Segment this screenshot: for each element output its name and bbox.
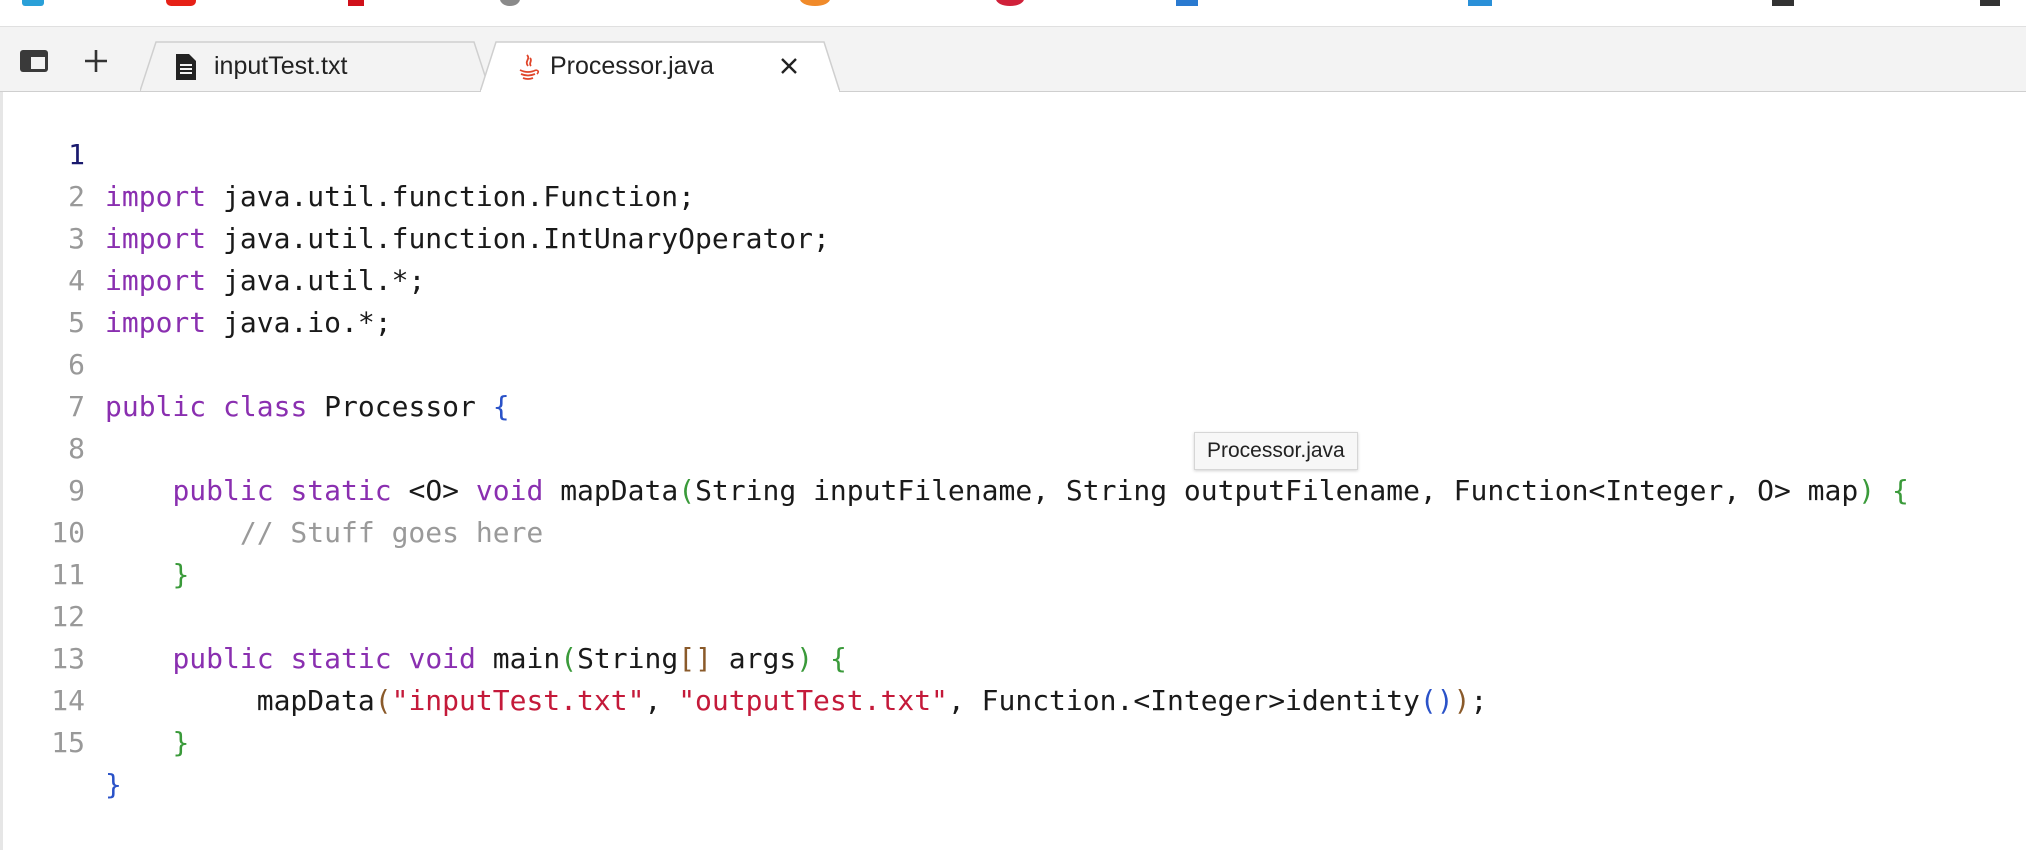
close-icon <box>781 58 797 74</box>
code-line: 15 } <box>3 680 2026 801</box>
java-file-icon <box>519 54 540 80</box>
bookmark-icon[interactable] <box>800 0 830 6</box>
tab-label: inputTest.txt <box>214 52 348 80</box>
code-line: 9 // Stuff goes here <box>3 428 2026 549</box>
tab-bar: inputTest.txt Processor.java <box>0 27 2026 92</box>
bookmark-icon[interactable] <box>1468 0 1492 6</box>
sidebar-toggle-icon <box>20 50 48 72</box>
code-line: 11 <box>3 512 2026 591</box>
code-line: 10 } <box>3 470 2026 591</box>
code-line: 7 <box>3 344 2026 423</box>
code-line: 6 public class Processor { <box>3 302 2026 423</box>
bookmark-icon[interactable] <box>166 0 196 6</box>
code-line: 5 <box>3 260 2026 339</box>
code-line: 4 import java.io.*; <box>3 218 2026 339</box>
bookmark-icon[interactable] <box>996 0 1024 6</box>
bookmark-icon[interactable] <box>348 0 364 6</box>
tab-tooltip: Processor.java <box>1194 432 1358 470</box>
new-tab-button[interactable] <box>78 43 114 79</box>
bookmark-icon[interactable] <box>500 0 520 6</box>
text-file-icon <box>176 54 196 80</box>
code-text: } <box>105 768 122 801</box>
code-line: 1 import java.util.function.Function; <box>3 92 2026 213</box>
code-line: 2 import java.util.function.IntUnaryOper… <box>3 134 2026 255</box>
bookmark-icon[interactable] <box>1176 0 1198 6</box>
code-line: 3 import java.util.*; <box>3 176 2026 297</box>
tab-input-test[interactable]: inputTest.txt <box>140 41 490 91</box>
line-number: 15 <box>51 726 85 759</box>
code-text: } <box>172 726 190 759</box>
code-line: 12 public static void main(String[] args… <box>3 554 2026 675</box>
bookmark-icon[interactable] <box>1980 0 2000 6</box>
code-line: 14 } <box>3 638 2026 759</box>
bookmark-icon[interactable] <box>1772 0 1794 6</box>
code-editor[interactable]: 1 import java.util.function.Function; 2 … <box>0 92 2026 850</box>
tab-label: Processor.java <box>550 52 714 80</box>
bookmarks-bar <box>0 0 2026 27</box>
code-line: 8 public static <O> void mapData(String … <box>3 386 2026 507</box>
close-tab-button[interactable] <box>776 53 802 79</box>
plus-icon <box>85 50 107 72</box>
bookmark-icon[interactable] <box>22 0 44 6</box>
sidebar-toggle-button[interactable] <box>16 43 52 79</box>
code-line: 13 mapData("inputTest.txt", "outputTest.… <box>3 596 2026 717</box>
tab-processor-java[interactable]: Processor.java <box>480 41 840 92</box>
